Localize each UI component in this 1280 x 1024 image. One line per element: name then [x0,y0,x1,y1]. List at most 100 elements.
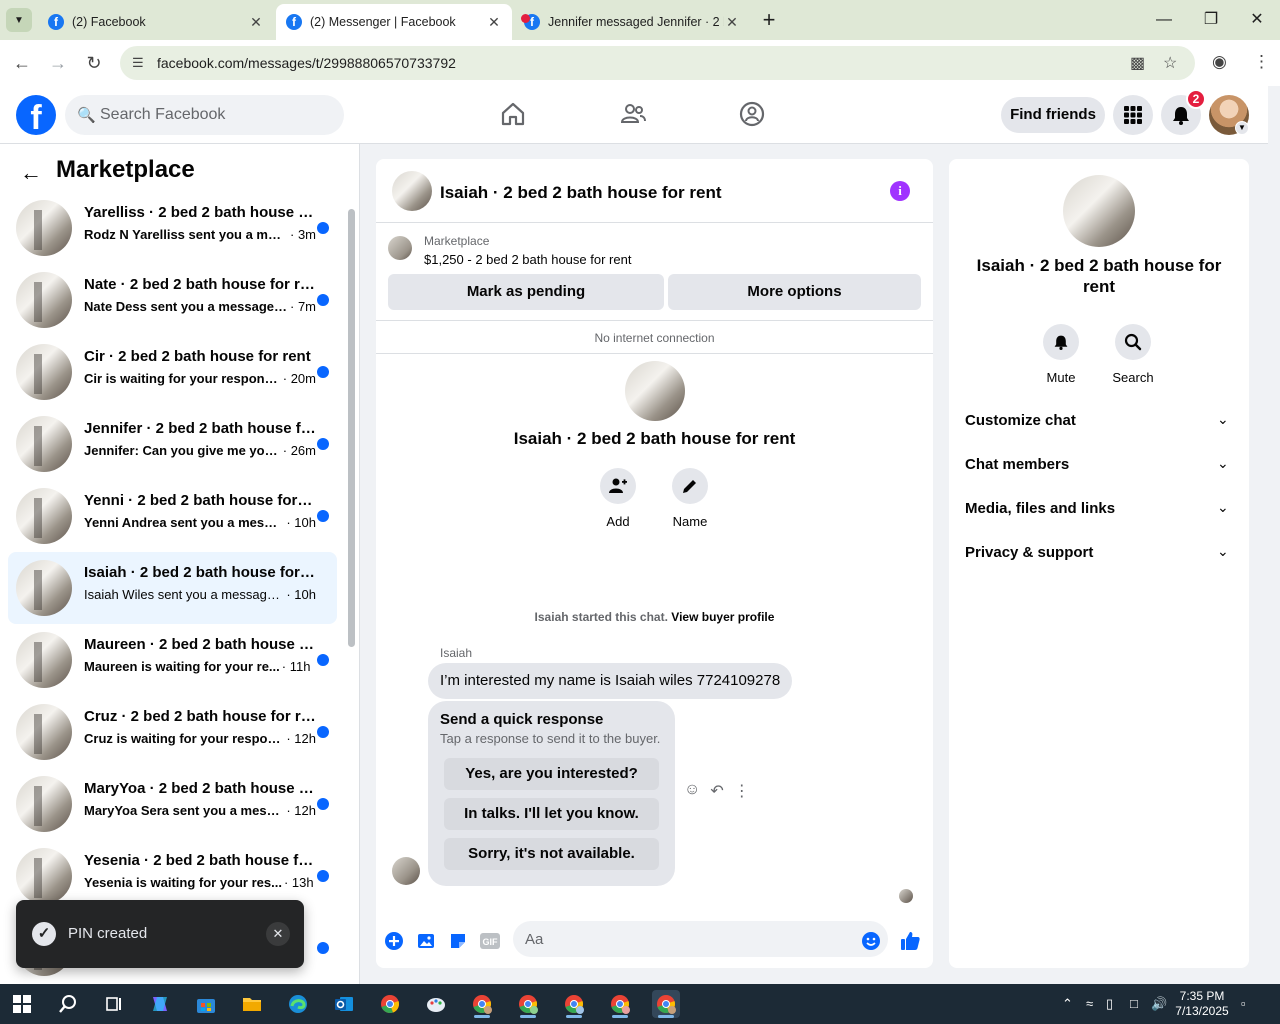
wifi-icon[interactable]: ≈ [1086,996,1093,1011]
chrome-profile-icon[interactable] [468,990,496,1018]
volume-icon[interactable]: 🔊 [1151,996,1167,1012]
facebook-logo-icon[interactable]: f [16,95,56,135]
windows-start-icon[interactable] [8,990,36,1018]
chevron-down-icon[interactable]: ▼ [1235,121,1249,135]
back-arrow-icon[interactable]: ← [20,160,42,186]
listing-thumbnail[interactable] [388,236,412,260]
gif-icon[interactable]: GIF [479,930,501,952]
listing-title[interactable]: $1,250 - 2 bed 2 bath house for rent [424,252,631,267]
conversation-item[interactable]: Cruz · 2 bed 2 bath house for rent Cruz … [8,696,337,768]
back-arrow-icon[interactable]: ← [11,52,33,74]
menu-grid-button[interactable] [1113,95,1153,135]
microsoft-store-icon[interactable] [192,990,220,1018]
conversation-item[interactable]: Yenni · 2 bed 2 bath house for rent Yenn… [8,480,337,552]
facebook-search[interactable]: 🔍 [65,95,344,135]
search-input[interactable] [100,95,330,135]
conversation-item[interactable]: Yarelliss · 2 bed 2 bath house for rent … [8,192,337,264]
forward-arrow-icon[interactable]: → [47,52,69,74]
site-settings-icon[interactable]: ☰ [132,55,144,71]
quick-response-button[interactable]: Sorry, it's not available. [444,838,659,870]
plus-circle-icon[interactable] [383,930,405,952]
find-friends-button[interactable]: Find friends [1001,97,1105,133]
close-tab-icon[interactable]: ✕ [724,14,740,31]
bookmark-star-icon[interactable]: ☆ [1163,53,1177,73]
section-media-files-links[interactable]: Media, files and links ⌄ [957,487,1241,531]
profile-icon[interactable]: ◉ [1212,52,1227,72]
quick-response-button[interactable]: In talks. I'll let you know. [444,798,659,830]
sidebar-scrollbar-thumb[interactable] [348,209,355,647]
emoji-icon[interactable] [860,930,882,952]
edit-name-action[interactable]: Name [660,468,720,529]
friends-icon[interactable] [619,100,647,128]
copilot-icon[interactable] [146,990,174,1018]
sticker-icon[interactable] [447,930,469,952]
battery-icon[interactable]: ▯ [1106,996,1113,1012]
chrome-icon[interactable] [376,990,404,1018]
minimize-window-icon[interactable]: — [1152,8,1176,32]
taskbar-search-icon[interactable] [54,990,82,1018]
view-buyer-profile-link[interactable]: View buyer profile [671,610,774,624]
info-icon[interactable]: i [890,181,910,201]
browser-tab-facebook[interactable]: f (2) Facebook ✕ [38,4,274,40]
section-privacy-support[interactable]: Privacy & support ⌄ [957,531,1241,575]
browser-tab-jennifer[interactable]: f Jennifer messaged Jennifer · 2 b ✕ [514,4,750,40]
restore-window-icon[interactable]: ❐ [1199,8,1223,32]
chrome-menu-icon[interactable]: ⋮ [1253,52,1270,72]
file-explorer-icon[interactable] [238,990,266,1018]
chrome-profile-icon[interactable] [606,990,634,1018]
message-input[interactable] [513,921,888,957]
message-bubble[interactable]: I’m interested my name is Isaiah wiles 7… [428,663,793,699]
quick-response-button[interactable]: Yes, are you interested? [444,758,659,790]
conversation-preview: Isaiah Wiles sent you a message a... [84,587,285,602]
chat-title[interactable]: Isaiah · 2 bed 2 bath house for rent [440,183,722,203]
chrome-profile-icon[interactable] [560,990,588,1018]
conversation-item[interactable]: Nate · 2 bed 2 bath house for rent Nate … [8,264,337,336]
groups-icon[interactable] [738,100,766,128]
photo-icon[interactable] [415,930,437,952]
new-tab-button[interactable]: + [758,8,780,32]
install-app-icon[interactable]: ▩ [1130,53,1145,73]
taskbar-clock[interactable]: 7:35 PM 7/13/2025 [1170,989,1234,1019]
react-emoji-icon[interactable]: ☺ [684,781,700,801]
display-icon[interactable]: □ [1130,996,1138,1011]
conversation-name: Yesenia · 2 bed 2 bath house for rent [84,852,316,869]
home-icon[interactable] [499,100,527,128]
chrome-profile-icon[interactable] [514,990,542,1018]
conversation-avatar [16,848,72,904]
browser-tab-messenger[interactable]: f (2) Messenger | Facebook ✕ [276,4,512,40]
more-vertical-icon[interactable]: ⋮ [734,781,750,801]
close-tab-icon[interactable]: ✕ [486,14,502,31]
section-chat-members[interactable]: Chat members ⌄ [957,443,1241,487]
chat-avatar[interactable] [392,171,432,211]
conversation-name: MaryYoa · 2 bed 2 bath house for rent [84,780,316,797]
page-scrollbar[interactable] [1268,88,1280,984]
mute-action[interactable]: Mute [1031,324,1091,385]
close-window-icon[interactable]: ✕ [1245,8,1269,32]
notification-center-icon[interactable]: ▫ [1241,996,1246,1011]
outlook-icon[interactable] [330,990,358,1018]
mark-as-pending-button[interactable]: Mark as pending [388,274,664,310]
conversation-name: Cruz · 2 bed 2 bath house for rent [84,708,316,725]
more-options-button[interactable]: More options [668,274,921,310]
reply-icon[interactable]: ↶ [710,781,723,801]
add-people-action[interactable]: Add [588,468,648,529]
task-view-icon[interactable] [100,990,128,1018]
show-hidden-icons[interactable]: ⌃ [1062,996,1073,1012]
tab-search-button[interactable]: ▼ [6,8,32,32]
section-customize-chat[interactable]: Customize chat ⌄ [957,399,1241,443]
thumbs-up-icon[interactable] [899,930,921,952]
edge-icon[interactable] [284,990,312,1018]
conversation-item[interactable]: Maureen · 2 bed 2 bath house for rent Ma… [8,624,337,696]
address-bar[interactable]: ☰ facebook.com/messages/t/29988806570733… [120,46,1195,80]
conversation-item[interactable]: MaryYoa · 2 bed 2 bath house for rent Ma… [8,768,337,840]
chrome-profile-icon-active[interactable] [652,990,680,1018]
paint-app-icon[interactable] [422,990,450,1018]
search-action[interactable]: Search [1103,324,1163,385]
conversation-time: · 12h [286,731,316,746]
conversation-item-selected[interactable]: Isaiah · 2 bed 2 bath house for rent Isa… [8,552,337,624]
close-tab-icon[interactable]: ✕ [248,14,264,31]
conversation-item[interactable]: Jennifer · 2 bed 2 bath house for rent J… [8,408,337,480]
close-icon[interactable]: ✕ [266,922,290,946]
conversation-item[interactable]: Cir · 2 bed 2 bath house for rent Cir is… [8,336,337,408]
reload-icon[interactable]: ↻ [83,52,105,74]
